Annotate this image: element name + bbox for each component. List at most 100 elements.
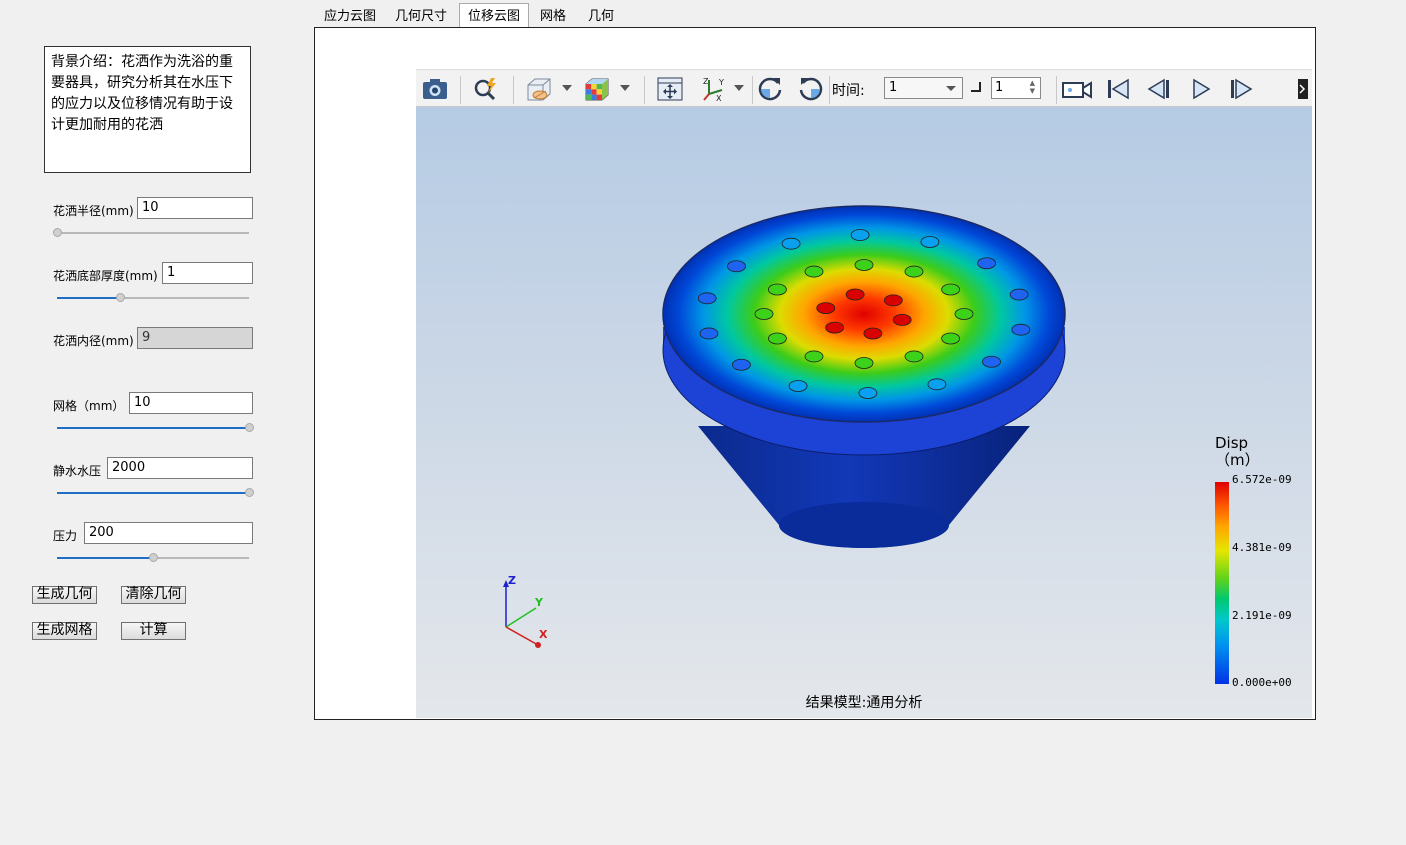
step-spinbox[interactable]: 1 ▲ ▼ [991,77,1041,99]
axis-x-label: X [539,628,548,641]
time-select-value: 1 [889,80,898,95]
radius-label: 花洒半径(mm) [53,204,134,218]
3d-viewport[interactable]: Z Y X Disp （m） 6.572e-09 4.381e-09 2.191… [416,107,1312,718]
tab-geometry-size[interactable]: 几何尺寸 [385,6,457,28]
color-cube-icon[interactable] [582,74,612,104]
water-hole [697,292,717,305]
water-hole [854,357,874,369]
pressure-input[interactable]: 200 [84,522,253,544]
water-hole [883,294,903,307]
legend-title: Disp （m） [1215,435,1260,469]
static-pressure-label: 静水水压 [53,464,102,478]
time-label: 时间: [832,83,865,99]
water-hole [863,327,883,340]
water-hole [727,260,746,273]
bottom-thickness-label: 花洒底部厚度(mm) [53,269,158,283]
water-hole [845,288,865,301]
legend-label-3: 2.191e-09 [1232,609,1292,622]
chevron-down-icon [946,86,956,91]
water-hole [788,380,808,392]
bottom-thickness-input[interactable]: 1 [162,262,253,284]
next-frame-icon[interactable] [1226,74,1256,104]
camera-icon[interactable] [420,74,450,104]
chevron-down-icon[interactable] [734,85,744,91]
water-hole [767,283,787,296]
water-hole [825,321,845,334]
step-spinbox-value: 1 [995,80,1004,95]
legend-color-bar [1215,482,1229,684]
water-hole [804,350,824,363]
model-caption: 结果模型:通用分析 [805,695,923,711]
water-hole [781,237,801,250]
water-hole [904,265,924,278]
rotate-cw-icon[interactable] [755,74,785,104]
tab-geometry[interactable]: 几何 [577,6,625,28]
inner-diameter-label: 花洒内径(mm) [53,334,134,348]
legend-min-label: 0.000e+00 [1232,676,1292,689]
axes-orientation-icon[interactable]: ZYX [699,74,729,104]
inner-diameter-field: 9 [137,327,253,349]
svg-text:X: X [716,94,722,102]
previous-frame-icon[interactable] [1144,74,1174,104]
mesh-size-slider[interactable] [57,423,254,433]
water-hole [767,332,787,345]
step-icon [971,82,981,92]
clear-geometry-button[interactable]: 清除几何 [121,586,186,604]
svg-text:Z: Z [703,77,709,86]
water-hole [1009,288,1029,301]
mesh-size-input[interactable]: 10 [129,392,253,414]
bottom-thickness-slider[interactable] [57,293,249,303]
water-hole [699,327,719,340]
chevron-down-icon[interactable] [620,85,630,91]
generate-geometry-button[interactable]: 生成几何 [32,586,97,604]
mesh-size-label: 网格（mm） [53,399,125,413]
water-hole [977,257,997,270]
water-hole [941,332,961,345]
water-hole [927,378,947,391]
water-hole [754,308,774,320]
water-hole [920,236,940,248]
play-icon[interactable] [1186,74,1216,104]
spin-arrows-icon[interactable]: ▲ ▼ [1030,79,1035,95]
query-zoom-icon[interactable] [471,74,501,104]
water-hole [858,387,878,399]
legend-max-label: 6.572e-09 [1232,473,1292,486]
intro-text-box: 背景介绍：花洒作为洗浴的重要器具，研究分析其在水压下的应力以及位移情况有助于设计… [44,46,251,173]
static-pressure-slider[interactable] [57,488,254,498]
radius-slider[interactable] [53,228,249,238]
viewer-toolbar: ZYX 时间: 1 1 ▲ ▼ [416,69,1312,107]
water-hole [954,308,974,320]
tab-mesh[interactable]: 网格 [531,6,575,28]
legend-label-2: 4.381e-09 [1232,541,1292,554]
axis-triad [503,580,541,648]
legend-title-quantity: Disp [1215,434,1249,452]
tab-displacement-contour[interactable]: 位移云图 [459,3,529,28]
axis-z-label: Z [508,574,516,587]
radius-input[interactable]: 10 [137,197,253,219]
pressure-slider[interactable] [57,553,249,563]
water-hole [941,283,961,296]
water-hole [816,302,836,314]
svg-text:Y: Y [718,78,724,87]
axis-y-label: Y [535,596,543,609]
time-select[interactable]: 1 [884,77,963,99]
water-hole [804,265,824,278]
water-hole [904,350,924,363]
compute-button[interactable]: 计算 [121,622,186,640]
water-hole [731,358,751,371]
clip-box-icon[interactable] [524,74,554,104]
video-camera-icon[interactable] [1060,74,1094,104]
fit-view-icon[interactable] [655,74,685,104]
pressure-label: 压力 [53,529,78,543]
rotate-ccw-icon[interactable] [796,74,826,104]
static-pressure-input[interactable]: 2000 [107,457,253,479]
generate-mesh-button[interactable]: 生成网格 [32,622,97,640]
water-hole [1011,323,1031,336]
water-hole [982,355,1001,368]
toolbar-overflow-icon[interactable] [1296,74,1310,104]
first-frame-icon[interactable] [1103,74,1133,104]
chevron-down-icon[interactable] [562,85,572,91]
water-hole [854,259,874,271]
water-hole [850,229,870,241]
tab-stress-contour[interactable]: 应力云图 [315,6,385,28]
